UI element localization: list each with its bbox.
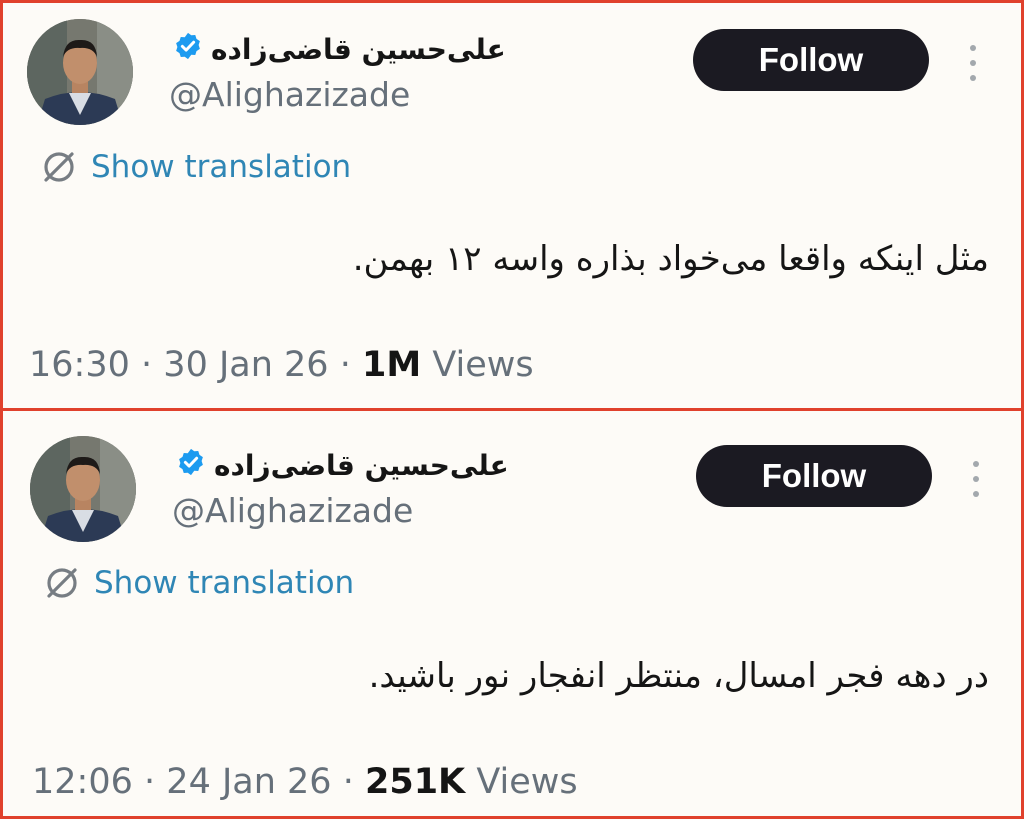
- tweet-text: در دهه فجر امسال، منتظر انفجار نور باشید…: [368, 656, 989, 696]
- views-label: Views: [476, 762, 578, 802]
- tweet-date[interactable]: 30 Jan 26: [163, 345, 328, 385]
- more-vertical-icon[interactable]: [970, 461, 982, 497]
- tweet-meta: 12:06 · 24 Jan 26 · 251K Views: [32, 762, 578, 802]
- tweet-date[interactable]: 24 Jan 26: [166, 762, 331, 802]
- verified-badge-icon: [176, 32, 200, 60]
- tweet-card: علی‌حسین قاضی‌زاده @Alighazizade Follow …: [0, 408, 1024, 819]
- tweet-card: علی‌حسین قاضی‌زاده @Alighazizade Follow …: [0, 0, 1024, 411]
- tweet-time[interactable]: 12:06: [32, 762, 133, 802]
- show-translation-link[interactable]: Show translation: [41, 149, 351, 185]
- author-name[interactable]: علی‌حسین قاضی‌زاده: [214, 449, 509, 482]
- show-translation-label: Show translation: [94, 565, 355, 601]
- tweet-meta: 16:30 · 30 Jan 26 · 1M Views: [29, 345, 534, 385]
- globe-translate-icon: [44, 152, 74, 182]
- views-count: 1M: [362, 345, 422, 385]
- avatar[interactable]: [30, 436, 136, 542]
- avatar[interactable]: [27, 19, 133, 125]
- show-translation-label: Show translation: [91, 149, 352, 185]
- verified-badge-icon: [179, 448, 203, 476]
- meta-separator: ·: [342, 762, 354, 802]
- tweet-time[interactable]: 16:30: [29, 345, 130, 385]
- author-name[interactable]: علی‌حسین قاضی‌زاده: [211, 33, 506, 66]
- views-label: Views: [432, 345, 534, 385]
- tweet-text: مثل اینکه واقعا می‌خواد بذاره واسه ۱۲ به…: [352, 239, 989, 279]
- follow-button[interactable]: Follow: [693, 29, 929, 91]
- globe-translate-icon: [47, 568, 77, 598]
- meta-separator: ·: [144, 762, 156, 802]
- meta-separator: ·: [141, 345, 153, 385]
- views-count: 251K: [365, 762, 466, 802]
- follow-button[interactable]: Follow: [696, 445, 932, 507]
- more-vertical-icon[interactable]: [967, 45, 979, 81]
- author-handle[interactable]: @Alighazizade: [169, 75, 410, 114]
- author-handle[interactable]: @Alighazizade: [172, 491, 413, 530]
- meta-separator: ·: [339, 345, 351, 385]
- show-translation-link[interactable]: Show translation: [44, 565, 354, 601]
